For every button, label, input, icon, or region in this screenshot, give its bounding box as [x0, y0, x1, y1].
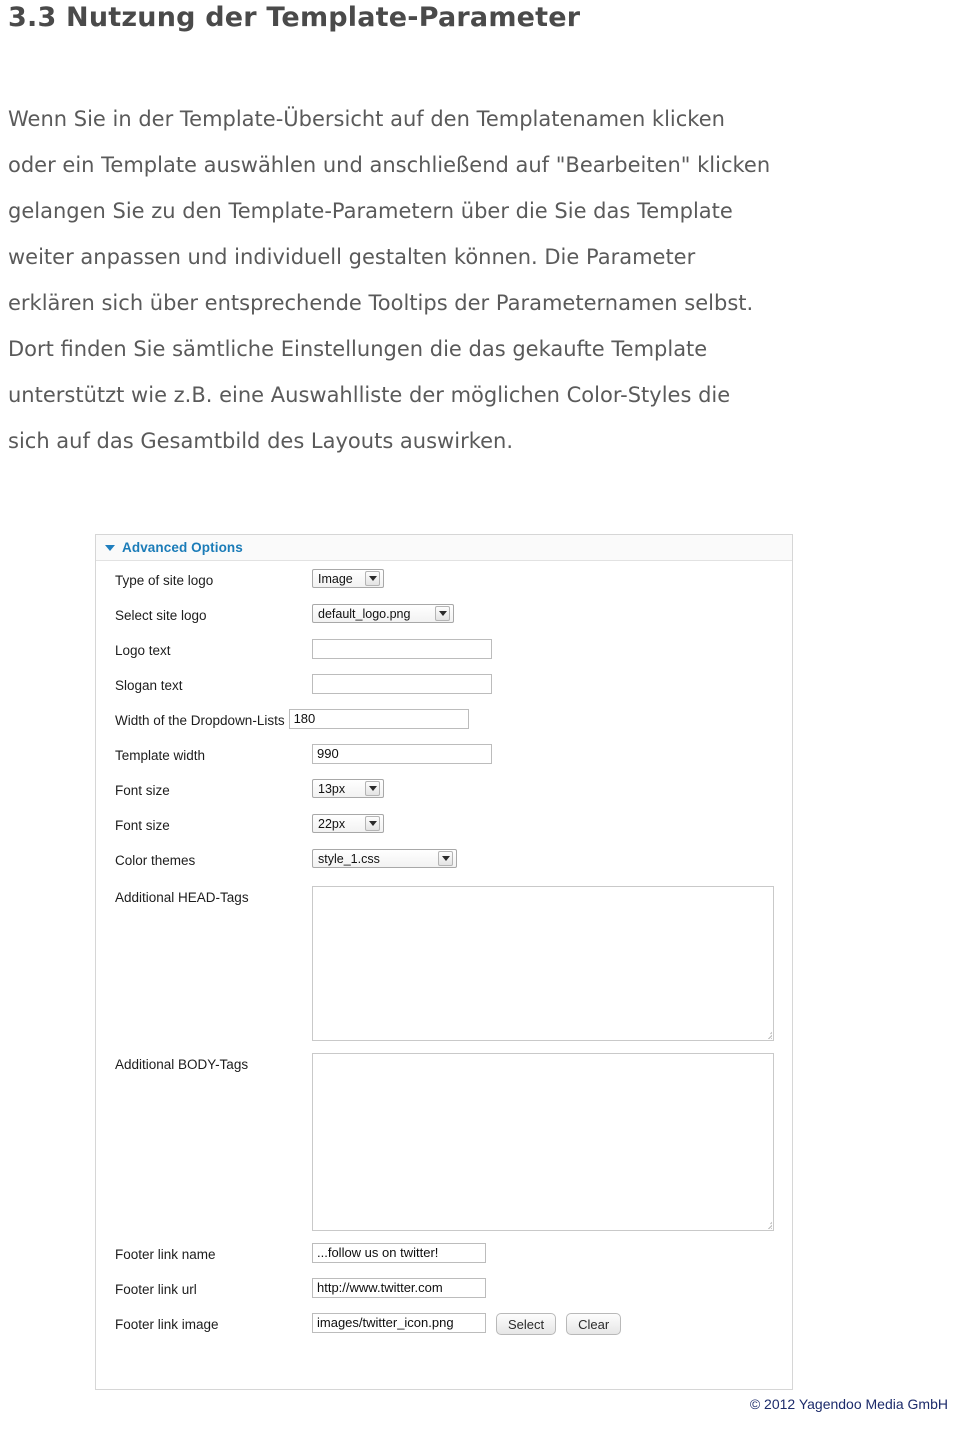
paragraph-line: gelangen Sie zu den Template-Parametern … [8, 199, 733, 223]
chevron-down-icon[interactable] [365, 816, 380, 831]
paragraph-line: erklären sich über entsprechende Tooltip… [8, 291, 754, 315]
label-color-themes: Color themes [115, 853, 196, 868]
select-type-of-site-logo[interactable]: Image [312, 569, 384, 588]
paragraph-line: unterstützt wie z.B. eine Auswahlliste d… [8, 383, 731, 407]
select-button[interactable]: Select [496, 1313, 557, 1335]
label-type-of-site-logo: Type of site logo [115, 573, 214, 588]
input-logo-text[interactable] [312, 639, 492, 659]
select-font-size-1[interactable]: 13px [312, 779, 384, 798]
label-additional-head-tags: Additional HEAD-Tags [115, 890, 249, 905]
select-value: Image [318, 571, 353, 586]
select-font-size-2[interactable]: 22px [312, 814, 384, 833]
chevron-down-icon[interactable] [365, 781, 380, 796]
field-row-footer-link-url: Footer link url http://www.twitter.com [96, 1278, 792, 1313]
chevron-down-icon[interactable] [365, 571, 380, 586]
label-footer-link-url: Footer link url [115, 1282, 197, 1297]
field-row-select-site-logo: Select site logo default_logo.png [96, 604, 792, 639]
triangle-down-icon[interactable] [105, 544, 115, 551]
textarea-additional-body-tags[interactable] [312, 1053, 774, 1231]
field-row-slogan-text: Slogan text [96, 674, 792, 709]
panel-body: Type of site logo Image Select site logo… [96, 561, 792, 1348]
label-font-size-2: Font size [115, 818, 170, 833]
select-value: 22px [318, 816, 346, 831]
resize-handle-icon[interactable] [760, 1027, 772, 1039]
label-additional-body-tags: Additional BODY-Tags [115, 1057, 249, 1072]
label-select-site-logo: Select site logo [115, 608, 207, 623]
select-value: style_1.css [318, 851, 380, 866]
field-row-font-size-1: Font size 13px [96, 779, 792, 814]
chevron-down-icon[interactable] [438, 851, 453, 866]
select-site-logo[interactable]: default_logo.png [312, 604, 454, 623]
paragraph-line: Dort finden Sie sämtliche Einstellungen … [8, 337, 708, 361]
label-dropdown-width: Width of the Dropdown-Lists [115, 713, 285, 728]
label-font-size-1: Font size [115, 783, 170, 798]
input-footer-link-name[interactable]: ...follow us on twitter! [312, 1243, 486, 1263]
page-title: 3.3 Nutzung der Template-Parameter [8, 2, 581, 33]
field-row-additional-body-tags: Additional BODY-Tags [96, 1053, 792, 1231]
field-row-font-size-2: Font size 22px [96, 814, 792, 849]
paragraph-line: Wenn Sie in der Template-Übersicht auf d… [8, 107, 725, 131]
select-color-themes[interactable]: style_1.css [312, 849, 457, 868]
clear-button[interactable]: Clear [566, 1313, 622, 1335]
input-template-width[interactable]: 990 [312, 744, 492, 764]
label-footer-link-name: Footer link name [115, 1247, 216, 1262]
resize-handle-icon[interactable] [760, 1217, 772, 1229]
field-row-type-of-site-logo: Type of site logo Image [96, 569, 792, 604]
label-footer-link-image: Footer link image [115, 1317, 219, 1332]
field-row-dropdown-width: Width of the Dropdown-Lists 180 [96, 709, 792, 744]
field-row-footer-link-image: Footer link image images/twitter_icon.pn… [96, 1313, 792, 1348]
select-value: 13px [318, 781, 346, 796]
input-slogan-text[interactable] [312, 674, 492, 694]
label-template-width: Template width [115, 748, 206, 763]
panel-header[interactable]: Advanced Options [96, 535, 792, 561]
field-row-additional-head-tags: Additional HEAD-Tags [96, 886, 792, 1041]
input-footer-link-url[interactable]: http://www.twitter.com [312, 1278, 486, 1298]
chevron-down-icon[interactable] [435, 606, 450, 621]
field-row-template-width: Template width 990 [96, 744, 792, 779]
input-footer-link-image[interactable]: images/twitter_icon.png [312, 1313, 486, 1333]
label-slogan-text: Slogan text [115, 678, 183, 693]
field-row-footer-link-name: Footer link name ...follow us on twitter… [96, 1243, 792, 1278]
panel-title: Advanced Options [122, 540, 243, 555]
body-paragraph: Wenn Sie in der Template-Übersicht auf d… [8, 96, 946, 464]
field-row-logo-text: Logo text [96, 639, 792, 674]
select-value: default_logo.png [318, 606, 411, 621]
paragraph-line: oder ein Template auswählen und anschlie… [8, 153, 771, 177]
advanced-options-panel: Advanced Options Type of site logo Image… [95, 534, 793, 1390]
paragraph-line: sich auf das Gesamtbild des Layouts ausw… [8, 429, 514, 453]
input-dropdown-width[interactable]: 180 [288, 709, 469, 729]
copyright-notice: © 2012 Yagendoo Media GmbH [749, 1396, 948, 1412]
field-row-color-themes: Color themes style_1.css [96, 849, 792, 884]
textarea-additional-head-tags[interactable] [312, 886, 774, 1041]
label-logo-text: Logo text [115, 643, 171, 658]
paragraph-line: weiter anpassen und individuell gestalte… [8, 245, 696, 269]
